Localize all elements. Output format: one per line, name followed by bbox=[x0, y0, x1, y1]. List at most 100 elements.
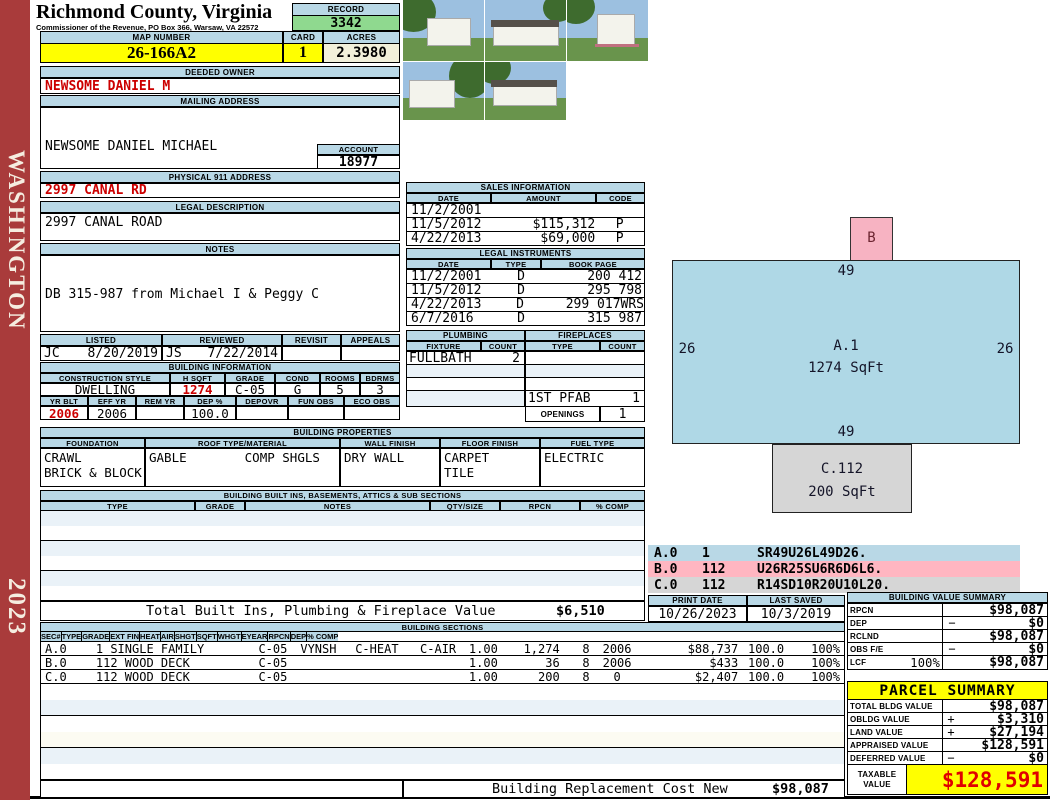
bvs-row: LCF 100% $98,087 bbox=[847, 655, 1048, 670]
bdrms-header: BDRMS bbox=[360, 373, 400, 383]
sketch-legend-row-b: B.0 112 U26R25SU6R6D6L6. bbox=[648, 561, 1020, 577]
property-photo-1[interactable] bbox=[403, 0, 484, 61]
reviewed-header: REVIEWED bbox=[162, 334, 282, 346]
effyr-value: 2006 bbox=[88, 406, 136, 420]
acres-value: 2.3980 bbox=[323, 43, 400, 63]
notes-box: DB 315-987 from Michael I & Peggy C News… bbox=[40, 255, 400, 332]
sketch-legend-row-c: C.0 112 R14SD10R20U10L20. bbox=[648, 577, 1020, 593]
listed-header: LISTED bbox=[40, 334, 162, 346]
legal-instrument-row: 4/22/2013 D 299 017WRS bbox=[406, 297, 645, 312]
county-title: Richmond County, Virginia bbox=[36, 1, 273, 23]
style-value: DWELLING bbox=[40, 383, 170, 396]
plumbing-col-fixture: FIXTURE bbox=[406, 341, 481, 351]
foundation-value: CRAWL BRICK & BLOCK bbox=[40, 448, 145, 487]
print-date-header: PRINT DATE bbox=[648, 595, 747, 606]
built-ins-header: BUILDING BUILT INS, BASEMENTS, ATTICS & … bbox=[40, 490, 645, 501]
sales-row: 4/22/2013 $69,000 P bbox=[406, 231, 645, 246]
building-info-header: BUILDING INFORMATION bbox=[40, 362, 400, 373]
plumbing-row bbox=[406, 364, 525, 378]
account-header: ACCOUNT bbox=[317, 144, 400, 155]
funobs-value bbox=[288, 406, 344, 420]
roof-header: ROOF TYPE/MATERIAL bbox=[145, 438, 340, 448]
sketch-legend-row-a: A.0 1 SR49U26L49D26. bbox=[648, 545, 1020, 561]
building-sections-empty-rows bbox=[40, 684, 845, 780]
plumbing-header: PLUMBING bbox=[406, 330, 525, 341]
hsqft-value: 1274 bbox=[170, 383, 225, 396]
sales-row: 11/2/2001 bbox=[406, 203, 645, 218]
ecoobs-header: ECO OBS bbox=[344, 396, 400, 406]
legal-instrument-row: 6/7/2016 D 315 987 bbox=[406, 311, 645, 326]
card-value: 1 bbox=[283, 43, 323, 63]
foundation-header: FOUNDATION bbox=[40, 438, 145, 448]
print-date-value: 10/26/2023 bbox=[648, 606, 747, 622]
bvs-header: BUILDING VALUE SUMMARY bbox=[847, 592, 1048, 603]
built-ins-col-qty: QTY/SIZE bbox=[430, 501, 500, 511]
notes-header: NOTES bbox=[40, 243, 400, 255]
yrblt-header: YR BLT bbox=[40, 396, 88, 406]
sketch-c-label: C.112 bbox=[820, 461, 864, 477]
parcel-row: APPRAISED VALUE $128,591 bbox=[847, 738, 1048, 752]
plumbing-row: FULLBATH 2 bbox=[406, 351, 525, 365]
cond-value: G bbox=[275, 383, 320, 396]
reviewed-date: 7/22/2014 bbox=[207, 346, 278, 361]
legal-instrument-row: 11/2/2001 D 200 412 bbox=[406, 269, 645, 284]
property-photo-2[interactable] bbox=[485, 0, 566, 61]
fireplace-row: 1ST PFAB 1 bbox=[525, 390, 645, 407]
dep-header: DEP % bbox=[184, 396, 236, 406]
parcel-row: DEFERRED VALUE − $0 bbox=[847, 751, 1048, 765]
replacement-cost-value: $98,087 bbox=[772, 781, 829, 797]
property-photo-4[interactable] bbox=[403, 62, 484, 120]
replacement-cost-row: Building Replacement Cost New $98,087 bbox=[403, 780, 845, 798]
openings-value: 1 bbox=[600, 406, 645, 422]
yrblt-value: 2006 bbox=[40, 406, 88, 420]
built-ins-col-grade: GRADE bbox=[195, 501, 245, 511]
record-value: 3342 bbox=[292, 15, 400, 31]
sketch-dim-bottom: 49 bbox=[837, 424, 855, 440]
dep-value: 100.0 bbox=[184, 406, 236, 420]
grade-header: GRADE bbox=[225, 373, 275, 383]
taxable-value-row: TAXABLE VALUE $128,591 bbox=[847, 764, 1048, 795]
building-section-row: C.0 112 WOOD DECK C-05 1.00 200 80 $2,407 1… bbox=[40, 670, 845, 684]
hsqft-header: H SQFT bbox=[170, 373, 225, 383]
replacement-cost-left-spacer bbox=[40, 780, 403, 798]
sales-col-date: DATE bbox=[406, 193, 491, 203]
fireplaces-col-count: COUNT bbox=[600, 341, 645, 351]
built-ins-col-comp: % COMP bbox=[580, 501, 645, 511]
district-label: WASHINGTON bbox=[4, 150, 29, 331]
built-ins-col-notes: NOTES bbox=[245, 501, 430, 511]
deeded-owner-value: NEWSOME DANIEL M bbox=[40, 78, 400, 94]
deeded-owner-header: DEEDED OWNER bbox=[40, 66, 400, 78]
mailing-name: NEWSOME DANIEL MICHAEL bbox=[45, 139, 218, 154]
sketch-b-label: B bbox=[867, 230, 876, 246]
plumbing-row bbox=[406, 390, 525, 407]
sales-col-code: CODE bbox=[596, 193, 645, 203]
ecoobs-value bbox=[344, 406, 400, 420]
wall-finish-value: DRY WALL bbox=[340, 448, 440, 487]
openings-label: OPENINGS bbox=[525, 406, 600, 422]
physical-address-value: 2997 CANAL RD bbox=[40, 183, 400, 198]
property-photo-3[interactable] bbox=[567, 0, 648, 61]
reviewed-value: JS 7/22/2014 bbox=[162, 346, 282, 361]
sales-header: SALES INFORMATION bbox=[406, 182, 645, 193]
sketch-section-c bbox=[772, 444, 912, 513]
built-ins-total-label: Total Built Ins, Plumbing & Fireplace Va… bbox=[146, 603, 496, 619]
sketch-a-label: A.1 bbox=[833, 338, 859, 354]
taxable-value: $128,591 bbox=[907, 765, 1047, 794]
parcel-summary-header: PARCEL SUMMARY bbox=[847, 681, 1048, 700]
fuel-type-value: ELECTRIC bbox=[540, 448, 645, 487]
plumbing-col-count: COUNT bbox=[481, 341, 525, 351]
fuel-type-header: FUEL TYPE bbox=[540, 438, 645, 448]
bvs-row: RPCN $98,087 bbox=[847, 603, 1048, 617]
sketch-dim-top: 49 bbox=[837, 263, 855, 279]
appeals-header: APPEALS bbox=[341, 334, 400, 346]
last-saved-value: 10/3/2019 bbox=[747, 606, 845, 622]
li-col-date: DATE bbox=[406, 259, 491, 269]
parcel-row: OBLDG VALUE + $3,310 bbox=[847, 712, 1048, 726]
legal-instruments-header: LEGAL INSTRUMENTS bbox=[406, 248, 645, 259]
property-photo-5[interactable] bbox=[485, 62, 566, 120]
bvs-row: OBS F/E − $0 bbox=[847, 642, 1048, 656]
sketch-c-sqft: 200 SqFt bbox=[808, 484, 876, 500]
built-ins-empty-rows bbox=[40, 511, 645, 601]
legal-description-header: LEGAL DESCRIPTION bbox=[40, 201, 400, 213]
fireplaces-col-type: TYPE bbox=[525, 341, 600, 351]
